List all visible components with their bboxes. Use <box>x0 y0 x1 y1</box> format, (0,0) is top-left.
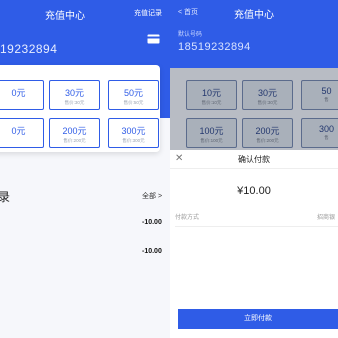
amount-value: 100元 <box>199 126 224 136</box>
amount-option[interactable]: 0元 <box>0 80 44 110</box>
payment-amount: ¥10.00 <box>237 185 271 197</box>
amount-option: 50 售 <box>301 80 338 110</box>
amount-value: 10元 <box>201 88 221 98</box>
amount-price: 售价:10元 <box>201 100 222 105</box>
amount-price: 售价:30元 <box>257 100 278 105</box>
view-all-link[interactable]: 全部 > <box>142 191 162 201</box>
amount-option[interactable]: 0元 <box>0 118 44 148</box>
amount-value: 30元 <box>257 88 277 98</box>
page-title: 充值中心 <box>234 10 274 21</box>
page-title: 充值中心 <box>45 11 85 22</box>
record-amount: -10.00 <box>142 219 162 226</box>
amount-option: 300 售 <box>301 118 338 148</box>
amount-price: 售价:50元 <box>123 100 144 105</box>
record-amount: -10.00 <box>142 248 162 255</box>
amount-option[interactable]: 50元 售价:50元 <box>108 80 159 110</box>
amount-option[interactable]: 30元 售价:30元 <box>49 80 100 110</box>
amount-panel: 0元 30元 售价:30元 50元 售价:50元 0元 200元 售价:200元… <box>0 65 160 152</box>
dimmed-overlay[interactable]: 10元 售价:10元 30元 售价:30元 50 售 100元 售价:100元 … <box>170 68 338 150</box>
phone-label: 默认号码 <box>178 32 203 38</box>
amount-value: 30元 <box>64 88 84 98</box>
amount-value: 50 <box>321 86 332 96</box>
amount-option[interactable]: 300元 售价:300元 <box>108 118 159 148</box>
amount-price: 售 <box>324 135 329 140</box>
sheet-title: 确认付款 <box>238 155 270 164</box>
amount-price: 售价:30元 <box>64 100 85 105</box>
amount-value: 300 <box>318 124 335 134</box>
amount-option: 200元 售价:200元 <box>242 118 293 148</box>
recharge-record-link[interactable]: 充值记录 <box>134 8 162 18</box>
amount-value: 0元 <box>11 126 26 136</box>
amount-price: 售 <box>324 97 329 102</box>
pay-now-button[interactable]: 立即付款 <box>178 309 338 329</box>
amount-value: 200元 <box>62 126 87 136</box>
recharge-screen: 充值中心 充值记录 19232894 0元 30元 售价:30元 50元 售价:… <box>0 0 170 338</box>
amount-value: 200元 <box>255 126 280 136</box>
phone-number: 19232894 <box>0 42 58 56</box>
amount-value: 300元 <box>121 126 146 136</box>
payment-method-label: 付款方式 <box>175 215 200 221</box>
amount-value: 0元 <box>11 88 26 98</box>
amount-price: 售价:200元 <box>63 138 86 143</box>
confirm-payment-screen: < 首页 充值中心 默认号码 18519232894 10元 售价:10元 30… <box>170 0 338 338</box>
divider <box>175 226 338 227</box>
amount-option: 10元 售价:10元 <box>186 80 237 110</box>
amount-option[interactable]: 200元 售价:200元 <box>49 118 100 148</box>
payment-method-value[interactable]: 招商银 <box>317 212 335 221</box>
amount-price: 售价:300元 <box>122 138 145 143</box>
bank-card-icon[interactable] <box>147 34 160 44</box>
divider <box>170 168 338 169</box>
amount-option: 30元 售价:30元 <box>242 80 293 110</box>
history-title: 录 <box>0 190 11 204</box>
amount-option: 100元 售价:100元 <box>186 118 237 148</box>
amount-value: 50元 <box>123 88 143 98</box>
amount-price: 售价:200元 <box>256 138 279 143</box>
amount-price: 售价:100元 <box>200 138 223 143</box>
phone-number: 18519232894 <box>178 41 251 53</box>
